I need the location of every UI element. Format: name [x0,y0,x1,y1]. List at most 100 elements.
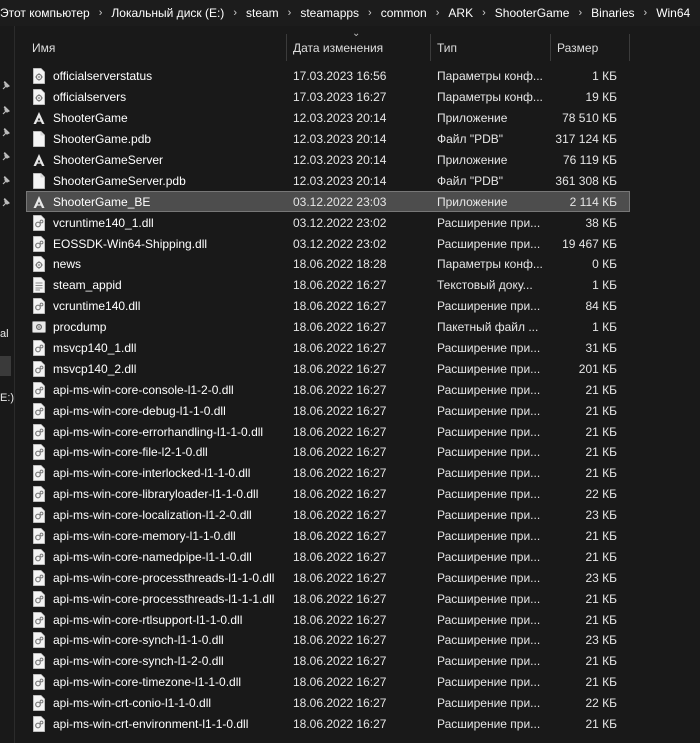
file-row[interactable]: ShooterGame_BE 03.12.2022 23:03 Приложение… [26,191,630,213]
file-row[interactable]: api-ms-win-core-debug-l1-1-0.dll 18.06.20… [26,400,630,421]
breadcrumb-item[interactable]: Binaries [591,6,634,20]
file-date: 18.06.2022 16:27 [293,633,387,648]
column-header-name[interactable]: ⌄ Имя [26,28,360,61]
file-name-cell[interactable]: officialserverstatus [26,68,287,85]
file-row[interactable]: api-ms-win-core-libraryloader-l1-1-0.dll… [26,484,630,505]
file-name-cell[interactable]: officialservers [26,89,287,106]
file-row[interactable]: msvcp140_1.dll 18.06.2022 16:27 Расширение… [26,338,630,359]
file-row[interactable]: api-ms-win-core-localization-l1-2-0.dll 1… [26,505,630,526]
file-name-cell[interactable]: vcruntime140_1.dll [26,214,287,231]
file-row[interactable]: api-ms-win-core-namedpipe-l1-1-0.dll 18.0… [26,546,630,567]
column-header-size[interactable]: Размер [551,34,630,61]
chevron-right-icon[interactable]: › [578,7,582,19]
file-size: 38 КБ [585,215,617,230]
file-date: 18.06.2022 16:27 [293,529,387,544]
file-row[interactable]: api-ms-win-crt-environment-l1-1-0.dll 18.… [26,714,630,735]
file-row[interactable]: api-ms-win-core-processthreads-l1-1-0.dl… [26,567,630,588]
file-row[interactable]: EOSSDK-Win64-Shipping.dll 03.12.2022 23:0… [26,233,630,254]
file-name: api-ms-win-core-processthreads-l1-1-0.dl… [53,570,275,585]
chevron-right-icon[interactable]: › [436,7,440,19]
file-name-cell[interactable]: api-ms-win-core-timezone-l1-1-0.dll [26,674,287,691]
config-file-icon [32,68,46,85]
breadcrumb-item[interactable]: Локальный диск (E:) [111,6,224,20]
file-row[interactable]: api-ms-win-core-errorhandling-l1-1-0.dll… [26,421,630,442]
breadcrumb-item[interactable]: common [381,6,427,20]
file-name-cell[interactable]: api-ms-win-core-interlocked-l1-1-0.dll [26,465,287,482]
chevron-right-icon[interactable]: › [644,7,648,19]
nav-item-fragment[interactable]: al [0,328,9,340]
file-row[interactable]: news 18.06.2022 18:28 Параметры конф... 0 К… [26,254,630,275]
file-name-cell[interactable]: msvcp140_2.dll [26,361,287,377]
file-row[interactable]: api-ms-win-core-synch-l1-2-0.dll 18.06.20… [26,651,630,672]
file-name-cell[interactable]: api-ms-win-core-synch-l1-1-0.dll [26,632,287,649]
breadcrumb-item[interactable]: Win64 [656,6,690,20]
file-row[interactable]: ShooterGameServer 12.03.2023 20:14 Приложе… [26,150,630,171]
breadcrumb-item[interactable]: steamapps [300,6,359,20]
file-name-cell[interactable]: EOSSDK-Win64-Shipping.dll [26,235,287,252]
file-name-cell[interactable]: api-ms-win-core-processthreads-l1-1-1.dl… [26,590,287,607]
nav-item-fragment[interactable]: E:) [0,392,14,404]
file-row[interactable]: api-ms-win-core-memory-l1-1-0.dll 18.06.2… [26,526,630,547]
file-row[interactable]: api-ms-win-core-timezone-l1-1-0.dll 18.06… [26,672,630,693]
file-row[interactable]: api-ms-win-crt-conio-l1-1-0.dll 18.06.202… [26,693,630,714]
file-name-cell[interactable]: api-ms-win-core-synch-l1-2-0.dll [26,653,287,670]
dll-file-icon [32,298,46,315]
breadcrumb-item[interactable]: ARK [448,6,473,20]
chevron-right-icon[interactable]: › [99,7,103,19]
breadcrumb-item[interactable]: Этот компьютер [0,6,90,20]
file-name-cell[interactable]: ShooterGameServer [26,152,287,168]
file-name-cell[interactable]: api-ms-win-core-console-l1-2-0.dll [26,381,287,398]
file-name-cell[interactable]: api-ms-win-core-namedpipe-l1-1-0.dll [26,549,287,565]
file-name-cell[interactable]: ShooterGame [26,110,287,126]
nav-selected-item[interactable] [0,356,11,376]
chevron-right-icon[interactable]: › [368,7,372,19]
file-row[interactable]: officialserverstatus 17.03.2023 16:56 Пара… [26,66,630,87]
chevron-right-icon[interactable]: › [288,7,292,19]
file-name-cell[interactable]: msvcp140_1.dll [26,340,287,356]
file-name-cell[interactable]: vcruntime140.dll [26,298,287,315]
file-name-cell[interactable]: api-ms-win-core-localization-l1-2-0.dll [26,507,287,524]
file-row[interactable]: api-ms-win-core-processthreads-l1-1-1.dl… [26,588,630,609]
column-header-type[interactable]: Тип [431,34,551,61]
file-type: Расширение при... [437,696,541,711]
column-header-date[interactable]: Дата изменения [287,34,431,61]
file-name-cell[interactable]: ShooterGame.pdb [26,131,287,148]
navigation-pane[interactable]: al E:) [0,26,15,743]
file-name-cell[interactable]: api-ms-win-crt-conio-l1-1-0.dll [26,695,287,712]
file-row[interactable]: msvcp140_2.dll 18.06.2022 16:27 Расширение… [26,358,630,379]
chevron-right-icon[interactable]: › [233,7,237,19]
file-name-cell[interactable]: api-ms-win-core-rtlsupport-l1-1-0.dll [26,611,287,628]
file-name-cell[interactable]: api-ms-win-core-file-l2-1-0.dll [26,444,287,461]
file-name-cell[interactable]: steam_appid [26,277,287,294]
file-name-cell[interactable]: ShooterGameServer.pdb [26,172,287,189]
breadcrumb-item[interactable]: steam [246,6,279,20]
file-row[interactable]: api-ms-win-core-synch-l1-1-0.dll 18.06.20… [26,630,630,651]
file-row[interactable]: officialservers 17.03.2023 16:27 Параметры… [26,87,630,108]
file-name-cell[interactable]: ShooterGame_BE [26,194,287,210]
file-row[interactable]: ShooterGameServer.pdb 12.03.2023 20:14 Фай… [26,170,630,191]
file-row[interactable]: api-ms-win-core-interlocked-l1-1-0.dll 18… [26,463,630,484]
column-header-label: Размер [557,40,599,55]
file-row[interactable]: procdump 18.06.2022 16:27 Пакетный файл ..… [26,317,630,338]
file-name-cell[interactable]: api-ms-win-core-libraryloader-l1-1-0.dll [26,486,287,503]
file-name-cell[interactable]: api-ms-win-core-errorhandling-l1-1-0.dll [26,423,287,440]
file-name-cell[interactable]: api-ms-win-core-debug-l1-1-0.dll [26,402,287,419]
file-name-cell[interactable]: news [26,256,287,273]
breadcrumb-item[interactable]: ShooterGame [495,6,570,20]
file-row[interactable]: api-ms-win-core-file-l2-1-0.dll 18.06.202… [26,442,630,463]
file-name-cell[interactable]: api-ms-win-core-processthreads-l1-1-0.dl… [26,569,287,586]
file-row[interactable]: ShooterGame 12.03.2023 20:14 Приложение 78 … [26,108,630,129]
file-row[interactable]: steam_appid 18.06.2022 16:27 Текстовый док… [26,275,630,296]
file-type: Расширение при... [437,654,541,669]
file-name-cell[interactable]: api-ms-win-core-memory-l1-1-0.dll [26,528,287,544]
file-name-cell[interactable]: procdump [26,319,287,335]
file-row[interactable]: vcruntime140.dll 18.06.2022 16:27 Расширен… [26,296,630,317]
chevron-right-icon[interactable]: › [482,7,486,19]
file-row[interactable]: vcruntime140_1.dll 03.12.2022 23:02 Расшир… [26,212,630,233]
file-row[interactable]: ShooterGame.pdb 12.03.2023 20:14 Файл "PDB… [26,129,630,150]
file-name-cell[interactable]: api-ms-win-crt-environment-l1-1-0.dll [26,716,287,732]
file-row[interactable]: api-ms-win-core-console-l1-2-0.dll 18.06.… [26,379,630,400]
file-name: api-ms-win-core-file-l2-1-0.dll [53,445,208,460]
file-row[interactable]: api-ms-win-core-rtlsupport-l1-1-0.dll 18.… [26,609,630,630]
file-list: officialserverstatus 17.03.2023 16:56 Пара… [26,66,630,735]
